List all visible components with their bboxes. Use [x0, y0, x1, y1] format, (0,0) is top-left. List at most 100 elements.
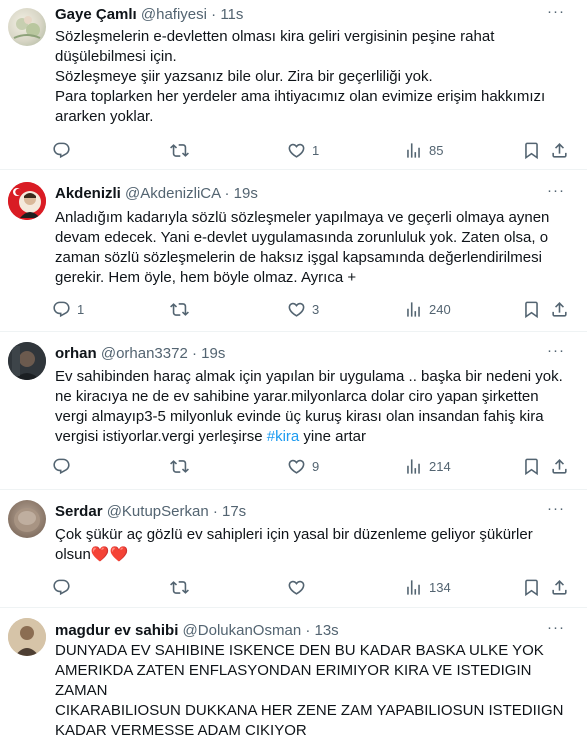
like-button[interactable]: 9 [287, 454, 319, 478]
bookmark-icon [522, 141, 541, 160]
timestamp[interactable]: 17s [222, 503, 246, 520]
tweet-line: vergisi istiyorlar.vergi yerleşirse #kir… [55, 427, 570, 447]
reply-count: 1 [77, 301, 85, 317]
avatar[interactable] [8, 182, 46, 220]
timestamp[interactable]: 19s [234, 185, 258, 202]
tweet-text-segment: yine artar [299, 428, 366, 445]
views-icon [404, 578, 423, 597]
more-options-button[interactable]: ··· [547, 342, 565, 359]
retweet-button[interactable] [170, 454, 195, 478]
heart-emoji: ❤️❤️ [90, 546, 129, 563]
tweet-text-segment: olsun [55, 546, 91, 563]
hashtag-link[interactable]: #kira [267, 428, 300, 445]
tweet-text: Sözleşmelerin e-devletten olması kira ge… [55, 27, 570, 127]
bookmark-icon [522, 300, 541, 319]
tweet-line: DUNYADA EV SAHIBINE ISKENCE DEN BU KADAR… [55, 642, 544, 659]
retweet-button[interactable] [170, 575, 195, 599]
retweet-icon [170, 578, 189, 597]
share-icon [550, 578, 569, 597]
reply-button[interactable]: 1 [52, 297, 84, 321]
share-button[interactable] [550, 454, 569, 478]
bookmark-button[interactable] [522, 575, 541, 599]
display-name[interactable]: magdur ev sahibi [55, 622, 178, 639]
views-icon [404, 300, 423, 319]
tweet-line: Çok şükür aç gözlü ev sahipleri için yas… [55, 526, 533, 543]
user-handle[interactable]: @DolukanOsman [183, 622, 302, 639]
separator: · [211, 6, 217, 23]
tweet-line: Para toplarken her yerdeler ama ihtiyacı… [55, 88, 546, 105]
share-button[interactable] [550, 138, 569, 162]
heart-icon [287, 300, 306, 319]
views-button[interactable]: 134 [404, 575, 451, 599]
bookmark-icon [522, 578, 541, 597]
tweet-line: Anladığım kadarıyla sözlü sözleşmeler ya… [55, 209, 550, 226]
retweet-icon [170, 300, 189, 319]
display-name[interactable]: Akdenizli [55, 185, 121, 202]
separator: · [191, 345, 197, 362]
reply-icon [52, 578, 71, 597]
view-count: 240 [429, 301, 451, 317]
like-button[interactable]: 3 [287, 297, 319, 321]
retweet-button[interactable] [170, 297, 195, 321]
tweet-1[interactable]: Gaye Çamlı @hafiyesi · 11s ··· Sözleşmel… [0, 0, 587, 170]
more-options-button[interactable]: ··· [547, 619, 565, 636]
tweet-text: Çok şükür aç gözlü ev sahipleri için yas… [55, 525, 570, 565]
views-button[interactable]: 240 [404, 297, 451, 321]
heart-icon [287, 578, 306, 597]
share-button[interactable] [550, 575, 569, 599]
more-options-button[interactable]: ··· [547, 500, 565, 517]
bookmark-icon [522, 457, 541, 476]
views-icon [404, 141, 423, 160]
avatar[interactable] [8, 500, 46, 538]
user-handle[interactable]: @hafiyesi [141, 6, 207, 23]
timestamp[interactable]: 11s [220, 6, 243, 23]
reply-icon [52, 141, 71, 160]
tweet-line: Ev sahibinden haraç almak için yapılan b… [55, 368, 563, 385]
tweet-line: Sözleşmeye şiir yazsanız bile olur. Zira… [55, 68, 433, 85]
tweet-line: olsun❤️❤️ [55, 545, 570, 565]
display-name[interactable]: Gaye Çamlı [55, 6, 137, 23]
like-button[interactable] [287, 575, 312, 599]
share-icon [550, 457, 569, 476]
more-options-button[interactable]: ··· [547, 182, 565, 199]
retweet-button[interactable] [170, 138, 195, 162]
avatar[interactable] [8, 8, 46, 46]
view-count: 85 [429, 142, 444, 158]
bookmark-button[interactable] [522, 454, 541, 478]
timestamp[interactable]: 19s [201, 345, 225, 362]
tweet-actions: 9 214 [52, 454, 572, 478]
views-icon [404, 457, 423, 476]
tweet-actions: 1 3 240 [52, 297, 572, 321]
display-name[interactable]: orhan [55, 345, 97, 362]
like-button[interactable]: 1 [287, 138, 319, 162]
tweet-line: AMERIKDA ZATEN ENFLASYONDAN ERIMIYOR KIR… [55, 662, 532, 699]
views-button[interactable]: 214 [404, 454, 451, 478]
avatar[interactable] [8, 618, 46, 656]
avatar[interactable] [8, 342, 46, 380]
share-button[interactable] [550, 297, 569, 321]
separator: · [224, 185, 230, 202]
tweet-text-segment: vergisi istiyorlar.vergi yerleşirse [55, 428, 267, 445]
timestamp[interactable]: 13s [315, 622, 339, 639]
reply-button[interactable] [52, 575, 77, 599]
like-count: 3 [312, 301, 320, 317]
tweet-5[interactable]: magdur ev sahibi @DolukanOsman · 13s ···… [0, 608, 587, 739]
user-handle[interactable]: @AkdenizliCA [125, 185, 220, 202]
reply-button[interactable] [52, 138, 77, 162]
display-name[interactable]: Serdar [55, 503, 103, 520]
tweet-4[interactable]: Serdar @KutupSerkan · 17s ··· Çok şükür … [0, 490, 587, 608]
more-options-button[interactable]: ··· [547, 3, 565, 20]
tweet-3[interactable]: orhan @orhan3372 · 19s ··· Ev sahibinden… [0, 332, 587, 490]
views-button[interactable]: 85 [404, 138, 443, 162]
tweet-2[interactable]: Akdenizli @AkdenizliCA · 19s ··· Anladığ… [0, 170, 587, 332]
reply-button[interactable] [52, 454, 77, 478]
tweet-actions: 1 85 [52, 138, 572, 162]
retweet-icon [170, 457, 189, 476]
user-handle[interactable]: @orhan3372 [101, 345, 188, 362]
user-handle[interactable]: @KutupSerkan [107, 503, 209, 520]
bookmark-button[interactable] [522, 138, 541, 162]
tweet-header: Gaye Çamlı @hafiyesi · 11s [55, 5, 243, 25]
bookmark-button[interactable] [522, 297, 541, 321]
tweet-line: devam edecek. Yani e-devlet uygulamasınd… [55, 229, 549, 246]
reply-icon [52, 457, 71, 476]
